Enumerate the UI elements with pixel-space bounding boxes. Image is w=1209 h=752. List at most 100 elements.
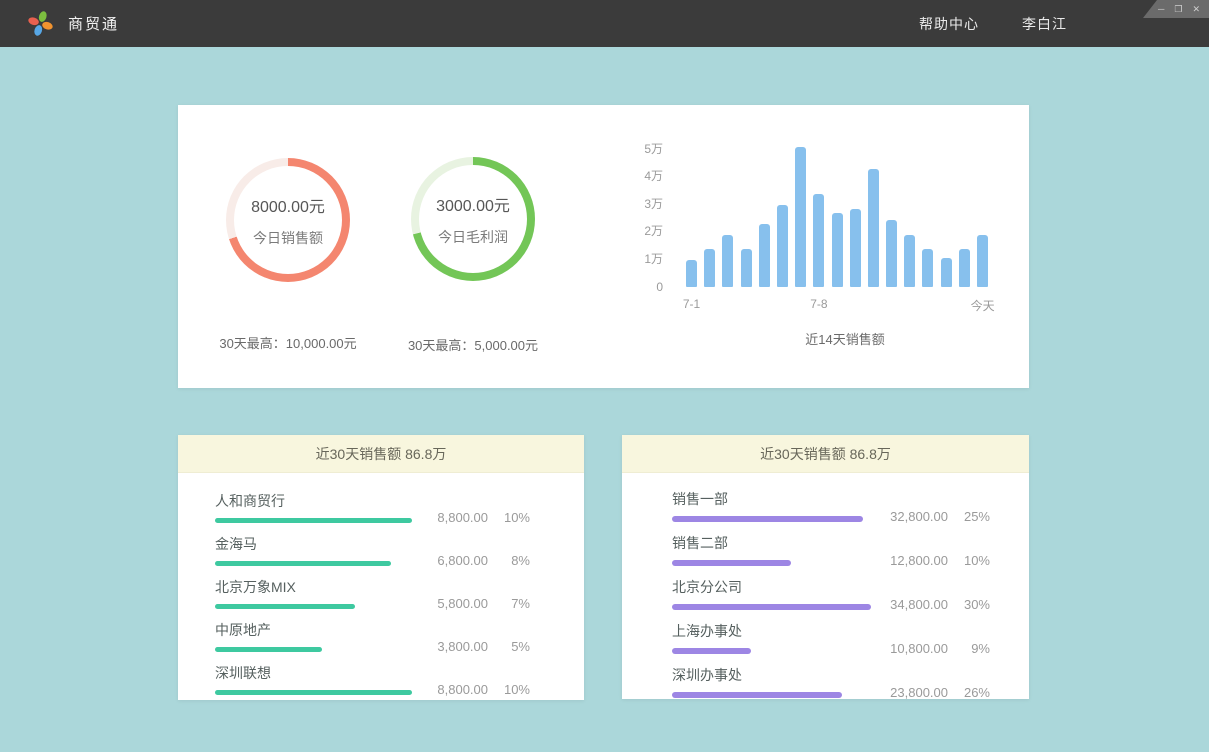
rank-row-values: 5,800.007% <box>437 596 530 611</box>
topbar: 商贸通 帮助中心 李白江 ─ ❒ ✕ <box>0 0 1209 47</box>
rank-row-amount: 12,800.00 <box>890 553 948 568</box>
today-profit-donut: 3000.00元 今日毛利润 <box>411 157 535 281</box>
customer-rank-rows: 人和商贸行8,800.0010%金海马6,800.008%北京万象MIX5,80… <box>178 473 584 695</box>
today-summary-card: 8000.00元 今日销售额 30天最高：10,000.00元 3000.00元… <box>178 105 1029 388</box>
rank-row-percent: 10% <box>948 553 990 568</box>
dept-rank-card: 近30天销售额 86.8万 销售一部32,800.0025% 销售二部12,800… <box>622 435 1029 699</box>
chart-y-tick-label: 0 <box>619 280 663 294</box>
profit-30d-max-note: 30天最高：5,000.00元 <box>353 335 593 354</box>
rank-row: 销售二部12,800.0010% <box>672 533 990 566</box>
minimize-icon[interactable]: ─ <box>1158 5 1164 14</box>
rank-row: 金海马6,800.008% <box>215 534 530 566</box>
rank-row-values: 3,800.005% <box>437 639 530 654</box>
rank-row-amount: 8,800.00 <box>437 510 488 525</box>
customer-rank-title: 近30天销售额 86.8万 <box>178 435 584 473</box>
rank-row-percent: 7% <box>488 596 530 611</box>
rank-row-bar <box>672 648 751 654</box>
rank-row-name: 北京分公司 <box>672 577 890 597</box>
rank-row-values: 8,800.0010% <box>437 510 530 525</box>
rank-row-amount: 32,800.00 <box>890 509 948 524</box>
rank-row-main: 人和商贸行 <box>215 491 437 523</box>
sales-chart-bars <box>686 147 988 287</box>
rank-row-bar <box>672 692 842 698</box>
chart-bar <box>904 235 915 287</box>
chart-bar <box>722 235 733 287</box>
rank-row: 北京万象MIX5,800.007% <box>215 577 530 609</box>
rank-row-main: 深圳办事处 <box>672 665 890 698</box>
rank-row-name: 人和商贸行 <box>215 491 437 511</box>
rank-row-amount: 34,800.00 <box>890 597 948 612</box>
rank-row-name: 中原地产 <box>215 620 437 640</box>
dept-rank-rows: 销售一部32,800.0025% 销售二部12,800.0010% 北京分公司34,… <box>622 473 1029 698</box>
chart-bar <box>741 249 752 287</box>
today-sales-value: 8000.00元 <box>251 193 325 217</box>
today-sales-donut: 8000.00元 今日销售额 <box>226 158 350 282</box>
rank-row-bar <box>672 604 871 610</box>
rank-row-main: 销售一部 <box>672 489 890 522</box>
rank-row-name: 金海马 <box>215 534 437 554</box>
chart-x-tick-label: 7-1 <box>683 297 700 311</box>
chart-bar <box>795 147 806 287</box>
chart-bar <box>959 249 970 287</box>
rank-row-bar <box>672 516 863 522</box>
username-link[interactable]: 李白江 <box>1022 14 1067 34</box>
rank-row: 销售一部32,800.0025% <box>672 489 990 522</box>
rank-row-percent: 9% <box>948 641 990 656</box>
rank-row-name: 销售二部 <box>672 533 890 553</box>
rank-row-main: 北京万象MIX <box>215 577 437 609</box>
rank-row-bar <box>215 518 412 523</box>
chart-y-tick-label: 1万 <box>619 250 663 267</box>
sales-chart-title: 近14天销售额 <box>695 329 995 348</box>
rank-row-name: 北京万象MIX <box>215 577 437 597</box>
chart-bar <box>868 169 879 287</box>
rank-row-values: 6,800.008% <box>437 553 530 568</box>
rank-row-bar <box>215 647 322 652</box>
chart-bar <box>759 224 770 287</box>
today-profit-value: 3000.00元 <box>436 192 510 216</box>
rank-row-amount: 8,800.00 <box>437 682 488 697</box>
close-icon[interactable]: ✕ <box>1192 5 1200 14</box>
chart-bar <box>977 235 988 287</box>
today-profit-label: 今日毛利润 <box>438 227 508 247</box>
rank-row-bar <box>672 560 791 566</box>
rank-row-main: 金海马 <box>215 534 437 566</box>
rank-row-bar <box>215 561 391 566</box>
rank-row-main: 销售二部 <box>672 533 890 566</box>
rank-row: 上海办事处10,800.009% <box>672 621 990 654</box>
rank-row-values: 34,800.0030% <box>890 597 990 612</box>
rank-row-bar <box>215 604 355 609</box>
chart-y-tick-label: 5万 <box>619 140 663 157</box>
chart-bar <box>704 249 715 287</box>
rank-row-percent: 10% <box>488 682 530 697</box>
rank-row: 中原地产3,800.005% <box>215 620 530 652</box>
chart-bar <box>686 260 697 287</box>
chart-bar <box>813 194 824 287</box>
rank-row-percent: 26% <box>948 685 990 700</box>
chart-bar <box>777 205 788 287</box>
rank-row-values: 10,800.009% <box>890 641 990 656</box>
rank-row-percent: 10% <box>488 510 530 525</box>
rank-row-name: 深圳联想 <box>215 663 437 683</box>
rank-row-values: 23,800.0026% <box>890 685 990 700</box>
rank-row-main: 中原地产 <box>215 620 437 652</box>
dept-rank-title: 近30天销售额 86.8万 <box>622 435 1029 473</box>
rank-row-main: 深圳联想 <box>215 663 437 695</box>
chart-y-tick-label: 4万 <box>619 167 663 184</box>
rank-row-name: 上海办事处 <box>672 621 890 641</box>
rank-row-amount: 6,800.00 <box>437 553 488 568</box>
rank-row-main: 北京分公司 <box>672 577 890 610</box>
chart-x-tick-label: 7-8 <box>810 297 827 311</box>
chart-y-tick-label: 3万 <box>619 195 663 212</box>
chart-x-tick-label: 今天 <box>971 297 995 314</box>
customer-rank-card: 近30天销售额 86.8万 人和商贸行8,800.0010%金海马6,800.0… <box>178 435 584 700</box>
maximize-icon[interactable]: ❒ <box>1174 5 1182 14</box>
rank-row-amount: 10,800.00 <box>890 641 948 656</box>
chart-x-axis: 7-1 7-8 今天 <box>686 297 996 313</box>
window-controls: ─ ❒ ✕ <box>1143 0 1209 18</box>
help-center-link[interactable]: 帮助中心 <box>919 14 979 34</box>
today-sales-label: 今日销售额 <box>253 228 323 248</box>
chart-bar <box>941 258 952 287</box>
rank-row-amount: 5,800.00 <box>437 596 488 611</box>
rank-row-values: 8,800.0010% <box>437 682 530 697</box>
rank-row: 深圳办事处23,800.0026% <box>672 665 990 698</box>
